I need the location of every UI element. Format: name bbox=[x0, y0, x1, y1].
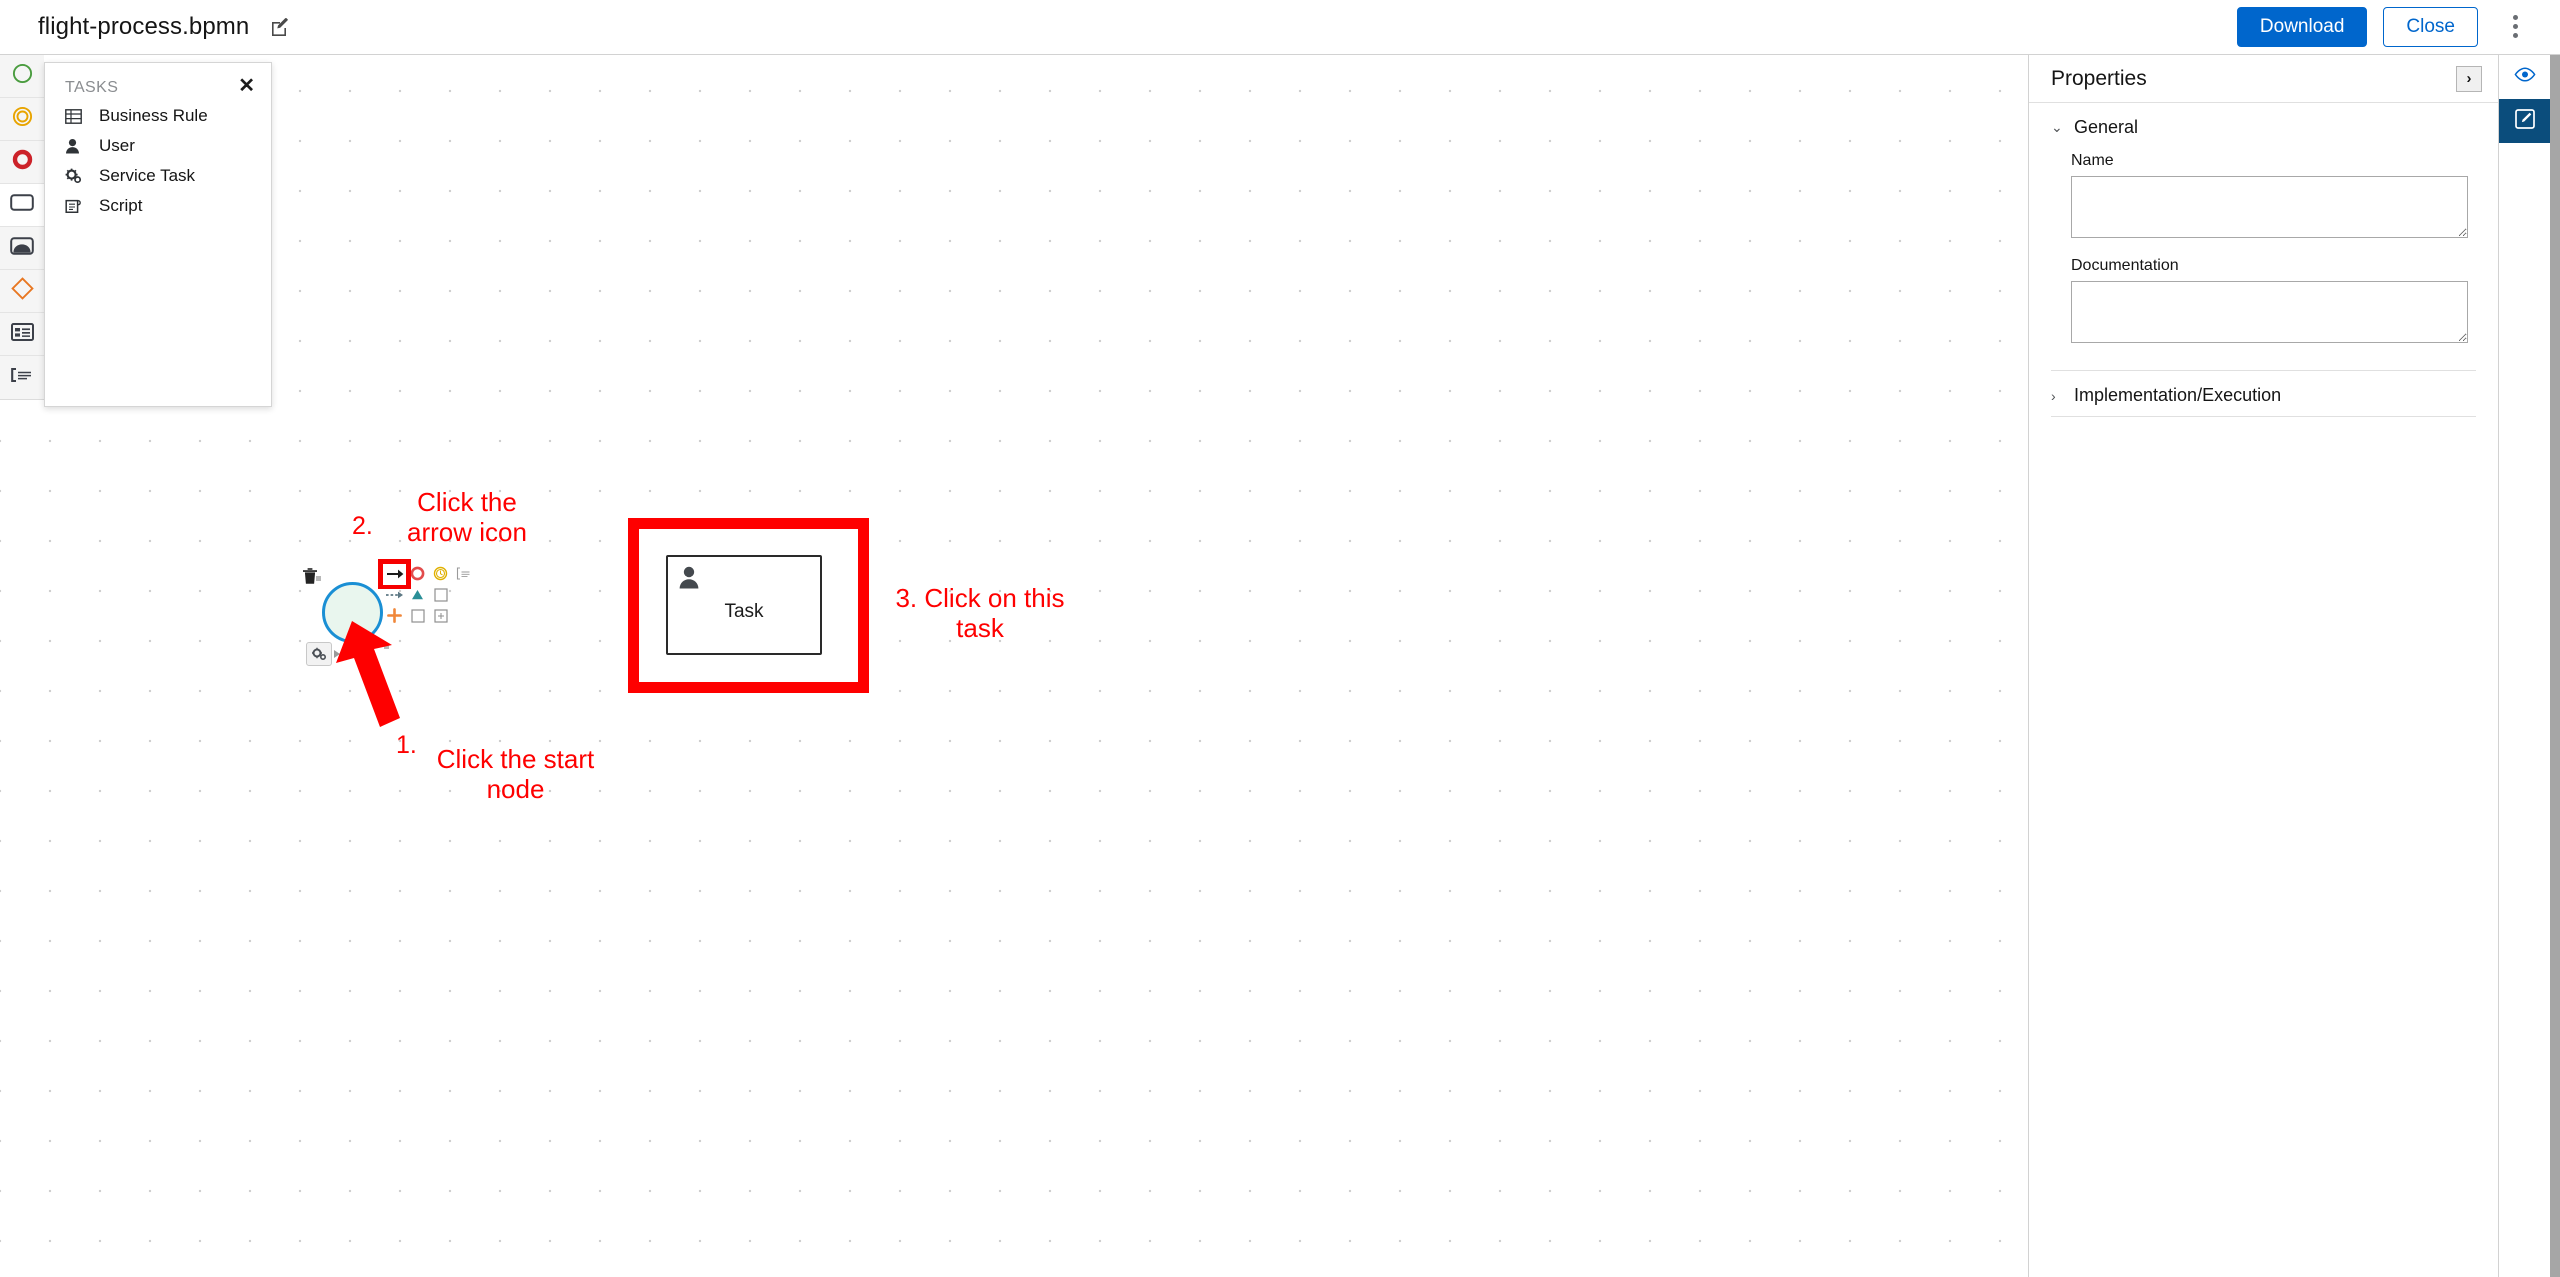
bpmn-canvas[interactable]: Task 2. Click the arrow icon 1. Click th… bbox=[0, 55, 2027, 1277]
download-button[interactable]: Download bbox=[2236, 6, 2368, 48]
top-toolbar-actions: Download Close bbox=[2236, 6, 2560, 48]
palette-item-gateway[interactable] bbox=[0, 270, 44, 313]
palette-item-text-annotation[interactable] bbox=[0, 356, 44, 399]
tasks-item-label: Service Task bbox=[99, 166, 196, 185]
cp-blank2 bbox=[452, 605, 475, 626]
rounded-rectangle-icon bbox=[10, 194, 34, 216]
chevron-right-icon: › bbox=[2051, 387, 2056, 404]
annotation-step1-number: 1. bbox=[396, 731, 417, 759]
properties-group-general[interactable]: ⌄ General bbox=[2029, 103, 2498, 148]
properties-title: Properties bbox=[2051, 66, 2147, 90]
tasks-item-label: Business Rule bbox=[99, 106, 208, 125]
name-field-label: Name bbox=[2071, 152, 2114, 169]
user-person-icon bbox=[65, 136, 91, 156]
properties-panel: Properties › ⌄ General Name Documentatio… bbox=[2028, 55, 2498, 1277]
tasks-item-business-rule[interactable]: Business Rule bbox=[45, 101, 271, 131]
subprocess-icon bbox=[10, 236, 34, 260]
chevron-down-icon: ⌄ bbox=[2051, 119, 2063, 135]
business-rule-table-icon bbox=[65, 106, 91, 126]
chevron-right-icon[interactable]: › bbox=[2456, 65, 2482, 92]
tasks-popup-header: TASKS ✕ bbox=[45, 63, 271, 101]
annotation-bracket-icon bbox=[10, 367, 34, 388]
palette-item-start-event[interactable] bbox=[0, 55, 44, 98]
red-arrow-pointer-icon bbox=[336, 621, 400, 727]
documentation-field-label: Documentation bbox=[2071, 257, 2179, 274]
annotation-step1-text: Click the start node bbox=[436, 744, 595, 804]
palette-item-intermediate-event[interactable] bbox=[0, 98, 44, 141]
user-person-icon bbox=[678, 565, 700, 589]
palette-item-data-object[interactable] bbox=[0, 313, 44, 356]
field-documentation: Documentation bbox=[2029, 243, 2498, 348]
tasks-item-script[interactable]: Script bbox=[45, 191, 271, 221]
close-x-icon[interactable]: ✕ bbox=[236, 76, 257, 96]
append-task-highlight-box bbox=[378, 559, 411, 589]
tasks-popup-panel[interactable]: TASKS ✕ Business Rule User Service Task … bbox=[44, 62, 272, 407]
edit-pencil-icon[interactable] bbox=[269, 16, 291, 38]
circle-green-icon bbox=[12, 63, 33, 89]
diamond-orange-icon bbox=[10, 277, 34, 305]
bpmn-palette[interactable] bbox=[0, 55, 44, 400]
preview-tab[interactable] bbox=[2499, 55, 2551, 99]
user-task-node[interactable]: Task bbox=[666, 555, 822, 655]
tasks-popup-title: TASKS bbox=[65, 79, 119, 96]
thick-circle-red-icon bbox=[12, 149, 33, 175]
tasks-item-label: User bbox=[99, 136, 135, 155]
script-document-icon bbox=[65, 196, 91, 216]
divider bbox=[2051, 416, 2476, 417]
name-input[interactable] bbox=[2071, 176, 2468, 238]
cp-blank bbox=[452, 584, 475, 605]
palette-item-task[interactable] bbox=[0, 184, 44, 227]
properties-group-label: General bbox=[2074, 117, 2139, 137]
palette-item-end-event[interactable] bbox=[0, 141, 44, 184]
tasks-item-user[interactable]: User bbox=[45, 131, 271, 161]
annotation-step2-text: Click the arrow icon bbox=[407, 487, 527, 547]
properties-group-implementation[interactable]: › Implementation/Execution bbox=[2029, 371, 2498, 416]
close-button[interactable]: Close bbox=[2383, 6, 2478, 48]
append-text-annotation-icon[interactable] bbox=[452, 563, 475, 584]
vertical-dots-icon[interactable] bbox=[2500, 8, 2530, 46]
vertical-scrollbar[interactable] bbox=[2550, 55, 2560, 1277]
file-name-title: flight-process.bpmn bbox=[38, 13, 250, 40]
properties-group-label: Implementation/Execution bbox=[2074, 385, 2282, 405]
annotation-step3-text: 3. Click on this task bbox=[895, 583, 1065, 643]
annotation-step2-number: 2. bbox=[352, 512, 373, 540]
arrow-right-icon[interactable] bbox=[383, 563, 406, 585]
eye-icon bbox=[2514, 67, 2536, 87]
right-tab-strip bbox=[2498, 55, 2551, 1277]
palette-item-subprocess[interactable] bbox=[0, 227, 44, 270]
scrollbar-thumb[interactable] bbox=[2550, 55, 2560, 1277]
double-circle-orange-icon bbox=[12, 106, 33, 132]
documentation-input[interactable] bbox=[2071, 281, 2468, 343]
table-list-icon bbox=[10, 322, 34, 346]
trash-delete-icon[interactable] bbox=[300, 566, 322, 588]
append-intermediate-event-icon[interactable] bbox=[429, 563, 452, 584]
gear-cog-icon bbox=[65, 166, 91, 186]
field-name: Name bbox=[2029, 148, 2498, 243]
edit-pencil-square-icon bbox=[2514, 108, 2536, 135]
append-task-square-icon[interactable] bbox=[429, 584, 452, 605]
tasks-item-service-task[interactable]: Service Task bbox=[45, 161, 271, 191]
tasks-item-label: Script bbox=[99, 196, 143, 215]
top-toolbar: flight-process.bpmn Download Close bbox=[0, 0, 2560, 55]
gear-replace-icon[interactable] bbox=[306, 642, 332, 666]
task-node-label: Task bbox=[724, 601, 764, 622]
properties-header: Properties › bbox=[2029, 55, 2498, 103]
edit-tab[interactable] bbox=[2499, 99, 2551, 143]
